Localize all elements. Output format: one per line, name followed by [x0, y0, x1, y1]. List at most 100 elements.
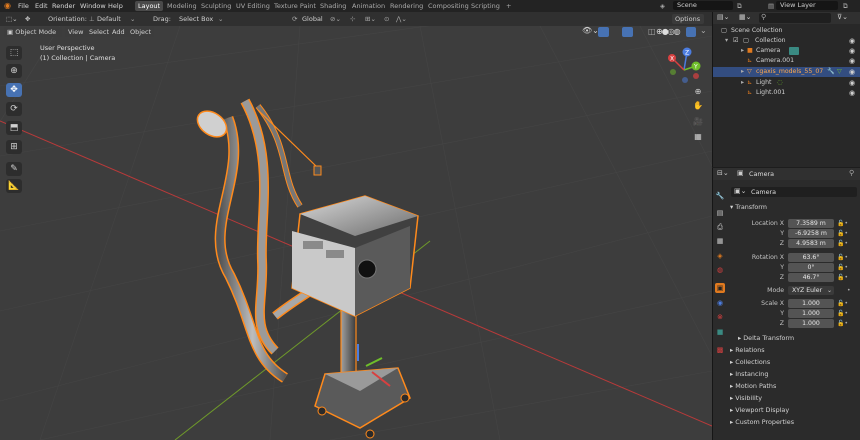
pan-hand-icon[interactable]: ✋ [692, 100, 704, 112]
lock-icon[interactable]: 🔓• [837, 253, 848, 262]
location-x-field[interactable]: 7.3589 m [788, 219, 834, 228]
keyframe-dot-icon[interactable]: • [847, 286, 851, 295]
outliner-item-light[interactable]: ▸ ⊾ Light ◌ ◉ [713, 78, 860, 88]
lock-icon[interactable]: 🔓• [837, 319, 848, 328]
rotation-y-field[interactable]: 0° [788, 263, 834, 272]
eye-icon[interactable]: ◉ [849, 67, 857, 77]
output-tab-icon[interactable]: ⎙ [715, 222, 725, 232]
rotation-x-field[interactable]: 63.6° [788, 253, 834, 262]
scene-tab-icon[interactable]: ◈ [715, 251, 725, 261]
workspace-tab-rendering[interactable]: Rendering [387, 1, 426, 11]
menu-edit[interactable]: Edit [35, 1, 48, 11]
workspace-tab-uv-editing[interactable]: UV Editing [233, 1, 273, 11]
filter-icon[interactable]: ⊽⌄ [837, 13, 848, 21]
expand-chevron-icon[interactable]: ▸ [741, 46, 744, 56]
shading-mode-icons[interactable]: ⊕●◎◍ [656, 27, 681, 36]
scale-x-field[interactable]: 1.000 [788, 299, 834, 308]
eye-icon[interactable]: ◉ [849, 36, 857, 46]
object-tab-icon[interactable]: ▣ [715, 283, 725, 293]
eye-icon[interactable]: ◉ [849, 46, 857, 56]
3d-viewport[interactable]: User Perspective (1) Collection | Camera… [0, 26, 712, 440]
navigation-gizmo[interactable]: Z Y X [664, 42, 708, 92]
menu-render[interactable]: Render [52, 1, 75, 11]
pivot-icon[interactable]: ⊘⌄ [330, 14, 341, 24]
menu-object[interactable]: Object [127, 27, 155, 37]
view-layer-tab-icon[interactable]: ▦ [715, 236, 725, 246]
rotate-tool-icon[interactable]: ⟳ [6, 102, 22, 116]
outliner-item-camera-001[interactable]: ⊾ Camera.001 ◉ [713, 56, 860, 66]
move-tool-icon[interactable]: ✥ [6, 83, 22, 97]
measure-tool-icon[interactable]: 📐 [6, 179, 22, 193]
new-view-layer-icon[interactable]: ⧉ [843, 1, 848, 11]
expand-chevron-icon[interactable]: ▸ [741, 78, 744, 88]
transform-tool-icon[interactable]: ⊞ [6, 140, 22, 154]
menu-file[interactable]: File [18, 1, 29, 11]
eye-icon[interactable]: ◉ [849, 78, 857, 88]
object-data-tab-icon[interactable]: ■ [715, 327, 725, 337]
collections-section[interactable]: ▸ Collections [730, 357, 856, 368]
lock-icon[interactable]: 🔓• [837, 229, 848, 238]
view-layer-selector[interactable]: View Layer [776, 1, 838, 10]
lock-icon[interactable]: 🔓• [837, 309, 848, 318]
world-tab-icon[interactable]: ◍ [715, 265, 725, 275]
scale-tool-icon[interactable]: ⬒ [6, 121, 22, 135]
pin-icon[interactable]: ⚲ [849, 169, 854, 177]
options-dropdown[interactable]: Options [672, 14, 704, 24]
checkbox-icon[interactable]: ☑ [733, 36, 739, 46]
lock-icon[interactable]: 🔓• [837, 273, 848, 282]
cursor-tool-icon[interactable]: ⊕ [6, 64, 22, 78]
transform-orientation-dropdown[interactable]: Global [302, 14, 323, 24]
blender-logo-icon[interactable]: ◉ [4, 1, 11, 11]
modifier-icon[interactable]: 🔧 [827, 67, 835, 77]
motion-paths-section[interactable]: ▸ Motion Paths [730, 381, 856, 392]
camera-view-icon[interactable]: 🎥 [692, 116, 704, 128]
zoom-icon[interactable]: ⊕ [692, 86, 704, 98]
display-mode-icon[interactable]: ▦⌄ [739, 13, 751, 21]
lock-icon[interactable]: 🔓• [837, 299, 848, 308]
tool-tab-icon[interactable]: 🔧 [715, 191, 725, 201]
menu-help[interactable]: Help [108, 1, 123, 11]
mesh-data-icon[interactable]: ▽ [837, 67, 842, 77]
ortho-grid-icon[interactable]: ▦ [692, 131, 704, 143]
render-tab-icon[interactable]: ▤ [715, 208, 725, 218]
outliner-item-model[interactable]: ▸ ▽ cgaxis_models_55_07 🔧 ▽ ◉ [713, 67, 860, 77]
rotation-z-field[interactable]: 46.7° [788, 273, 834, 282]
physics-tab-icon[interactable]: ◉ [715, 298, 725, 308]
menu-window[interactable]: Window [80, 1, 106, 11]
menu-add[interactable]: Add [109, 27, 128, 37]
delta-transform-section[interactable]: ▸ Delta Transform [738, 333, 860, 344]
select-box-tool-icon[interactable]: ⬚ [6, 46, 22, 60]
relations-section[interactable]: ▸ Relations [730, 345, 856, 356]
camera-data-icon[interactable] [789, 47, 799, 55]
outliner-search-input[interactable]: ⚲ [759, 13, 831, 23]
location-z-field[interactable]: 4.9583 m [788, 239, 834, 248]
lock-icon[interactable]: 🔓• [837, 219, 848, 228]
workspace-tab-sculpting[interactable]: Sculpting [198, 1, 234, 11]
scene-selector[interactable]: Scene [673, 1, 733, 10]
outliner-scene-collection[interactable]: ▢ Scene Collection [713, 26, 860, 36]
lock-icon[interactable]: 🔓• [837, 263, 848, 272]
visibility-toggle-icon[interactable]: 👁⌄ [582, 26, 599, 35]
scale-z-field[interactable]: 1.000 [788, 319, 834, 328]
workspace-tab-animation[interactable]: Animation [349, 1, 388, 11]
drag-dropdown[interactable]: Select Box [176, 14, 224, 24]
proportional-edit-icon[interactable]: ⊙ [384, 14, 389, 24]
outliner-item-collection[interactable]: ▾ ☑ ▢ Collection ◉ [713, 36, 860, 46]
object-name-field[interactable]: ▣⌄ Camera [731, 187, 857, 197]
transform-section-header[interactable]: ▾ Transform [730, 202, 856, 213]
workspace-tab-compositing[interactable]: Compositing [425, 1, 472, 11]
material-preview-icon[interactable] [686, 27, 696, 37]
overlay-toggle-icon[interactable] [622, 27, 633, 37]
eye-icon[interactable]: ◉ [849, 88, 857, 98]
workspace-tab-modeling[interactable]: Modeling [164, 1, 200, 11]
xray-icon[interactable]: ◫ [648, 27, 656, 36]
instancing-section[interactable]: ▸ Instancing [730, 369, 856, 380]
new-scene-icon[interactable]: ⧉ [737, 1, 742, 11]
location-y-field[interactable]: -6.9258 m [788, 229, 834, 238]
editor-type-icon[interactable]: ⬚⌄ [6, 14, 18, 24]
object-mode-dropdown[interactable]: ▣ Object Mode [4, 27, 62, 37]
snap-icon[interactable]: ⊹ [350, 14, 355, 24]
workspace-tab-shading[interactable]: Shading [317, 1, 349, 11]
annotate-tool-icon[interactable]: ✎ [6, 162, 22, 176]
texture-tab-icon[interactable]: ▩ [715, 345, 725, 355]
